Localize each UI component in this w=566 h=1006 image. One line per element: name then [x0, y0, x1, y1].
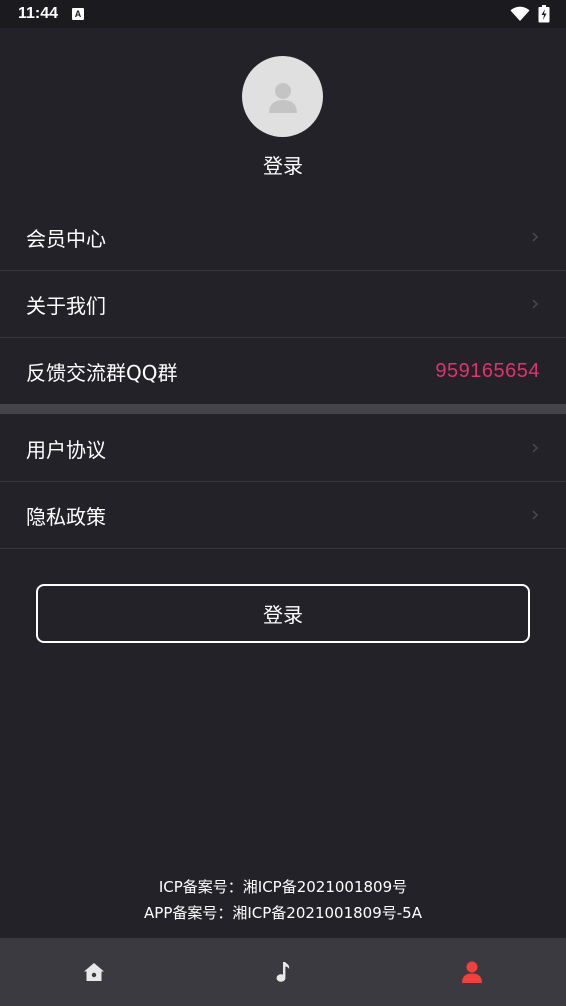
wifi-icon: [510, 6, 530, 21]
menu-item-label: 隐私政策: [26, 504, 106, 529]
chevron-right-icon: [528, 230, 542, 244]
menu-item-label: 用户协议: [26, 437, 106, 462]
chevron-right-icon: [528, 508, 542, 522]
tab-home[interactable]: [0, 938, 189, 1006]
menu-item-feedback-qq-group[interactable]: 反馈交流群QQ群 959165654: [0, 338, 566, 405]
menu-item-about-us[interactable]: 关于我们: [0, 271, 566, 338]
footer-info: ICP备案号：湘ICP备2021001809号 APP备案号：湘ICP备2021…: [0, 874, 566, 926]
profile-login-link[interactable]: 登录: [0, 150, 566, 179]
home-icon: [84, 963, 105, 981]
status-time: 11:44: [18, 5, 59, 22]
menu-item-label: 反馈交流群QQ群: [26, 361, 178, 385]
menu-item-member-center[interactable]: 会员中心: [0, 204, 566, 271]
music-note-icon: [276, 962, 290, 982]
menu-item-user-agreement[interactable]: 用户协议: [0, 415, 566, 482]
chevron-right-icon: [528, 441, 542, 455]
login-button[interactable]: 登录: [36, 584, 530, 643]
chevron-right-icon: [528, 297, 542, 311]
tab-music[interactable]: [189, 938, 378, 1006]
section-divider: [0, 404, 566, 414]
menu-group-bottom: 用户协议 隐私政策: [0, 415, 566, 549]
bottom-tab-bar: [0, 938, 566, 1006]
icp-record: ICP备案号：湘ICP备2021001809号: [158, 878, 408, 896]
notification-badge-icon: A: [72, 8, 85, 20]
tab-profile[interactable]: [377, 938, 566, 1006]
menu-item-label: 关于我们: [26, 293, 106, 318]
status-bar: 11:44 A: [0, 0, 566, 28]
person-icon: [461, 961, 482, 983]
qq-group-number[interactable]: 959165654: [435, 360, 540, 383]
person-icon: [268, 82, 297, 113]
menu-item-label: 会员中心: [26, 226, 106, 251]
menu-group-top: 会员中心 关于我们 反馈交流群QQ群 959165654: [0, 204, 566, 405]
battery-icon: [538, 5, 550, 23]
menu-item-privacy-policy[interactable]: 隐私政策: [0, 482, 566, 549]
avatar[interactable]: [242, 56, 323, 137]
app-record: APP备案号：湘ICP备2021001809号-5A: [144, 904, 422, 922]
profile-header: 登录: [0, 28, 566, 203]
